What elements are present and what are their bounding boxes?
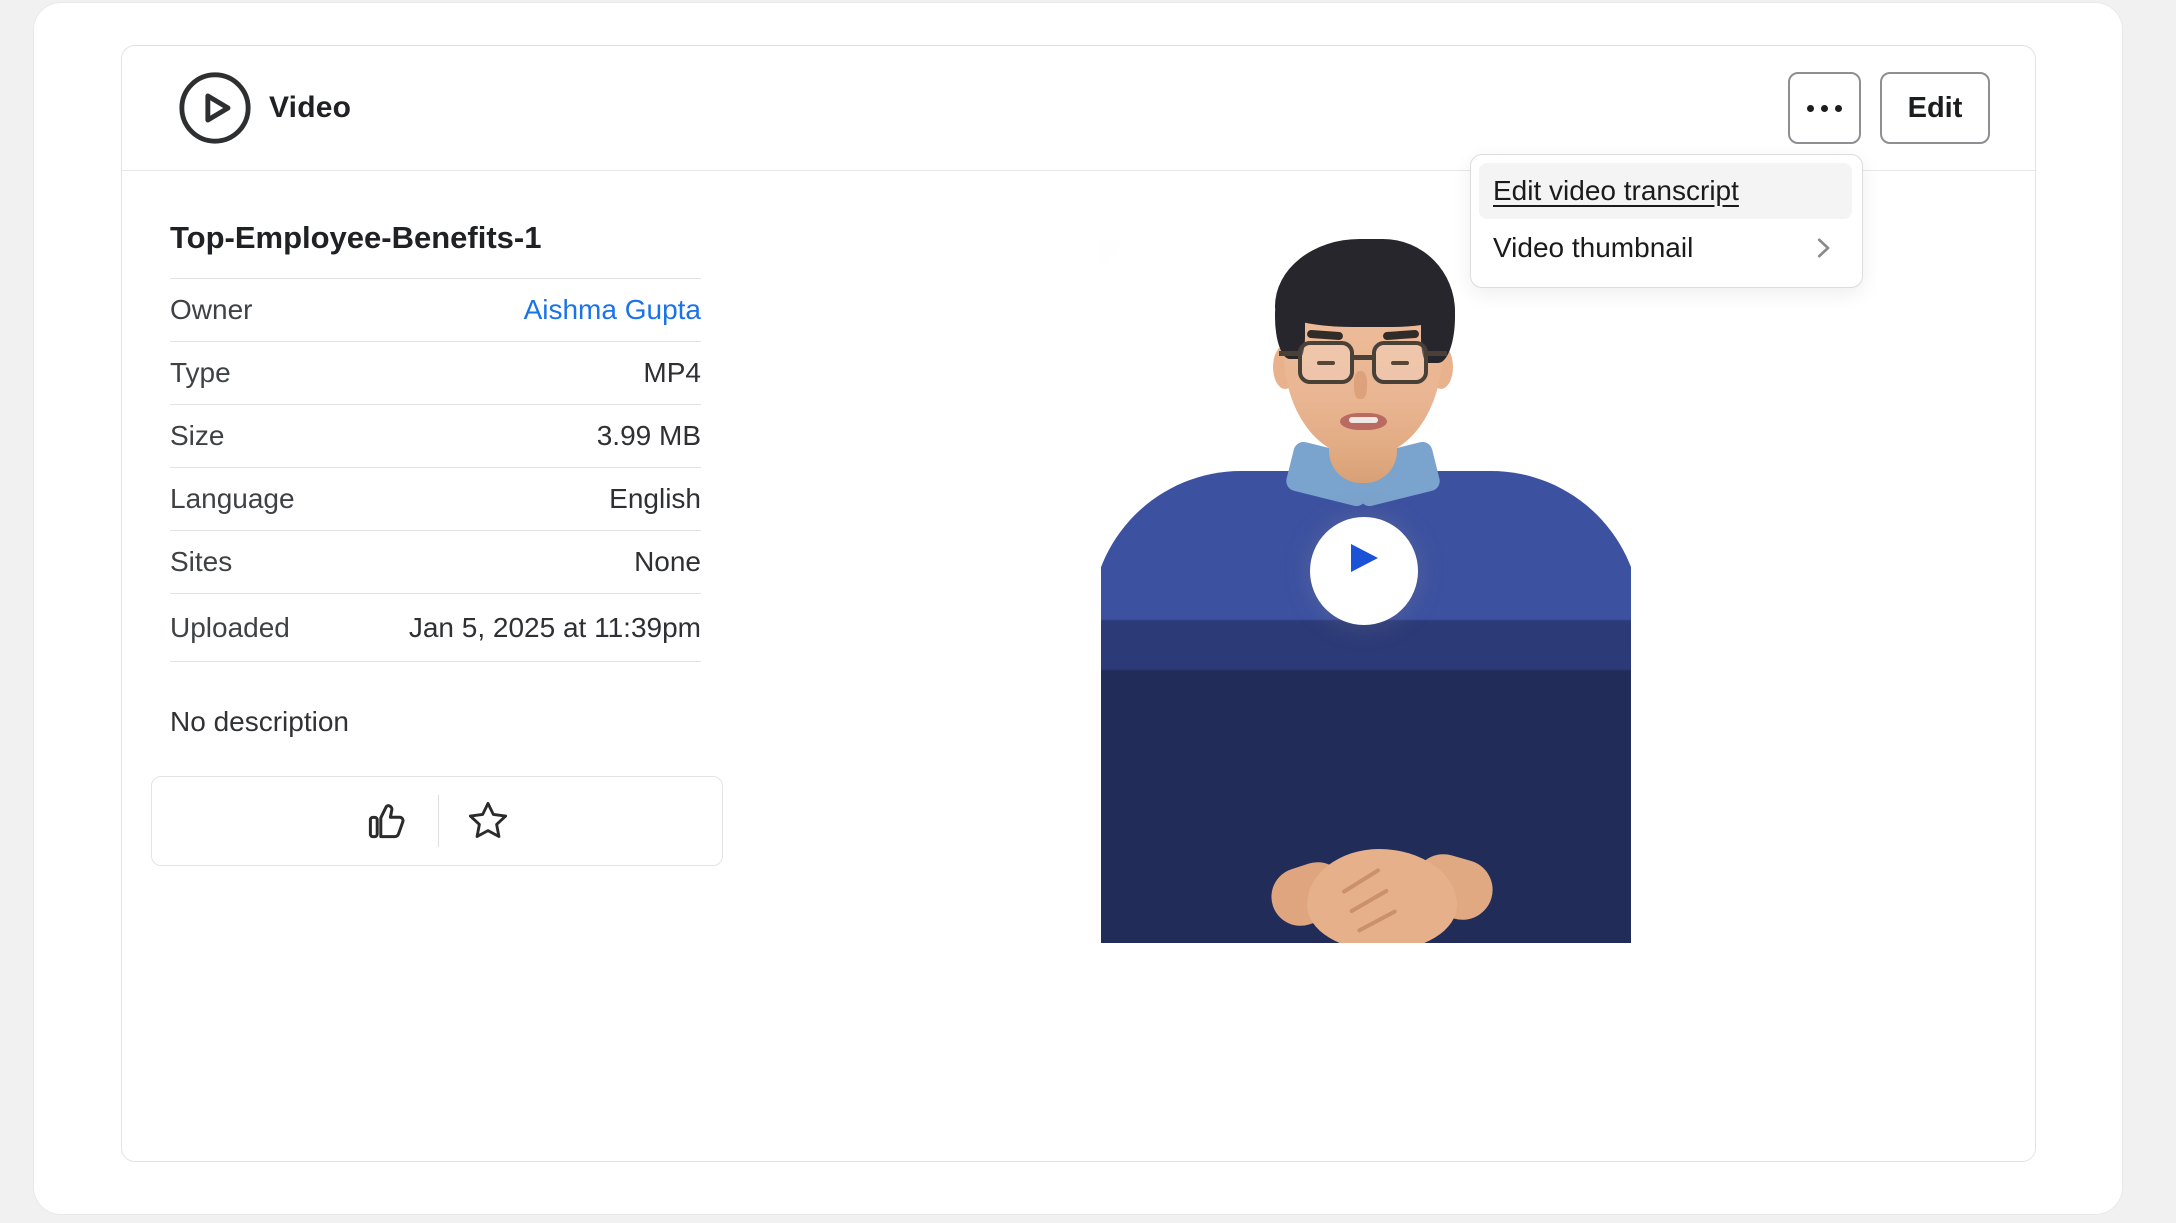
row-label: Language xyxy=(170,483,295,515)
menu-item-label: Video thumbnail xyxy=(1493,232,1693,264)
table-row-uploaded: Uploaded Jan 5, 2025 at 11:39pm xyxy=(170,593,701,661)
play-circle-icon xyxy=(176,69,254,147)
row-value: None xyxy=(634,546,701,578)
video-title: Top-Employee-Benefits-1 xyxy=(170,220,730,256)
play-icon xyxy=(1351,544,1378,572)
table-row-sites: Sites None xyxy=(170,530,701,593)
thumbs-up-icon[interactable] xyxy=(364,797,412,845)
more-actions-button[interactable] xyxy=(1788,72,1861,144)
more-actions-menu: Edit video transcript Video thumbnail xyxy=(1470,154,1863,288)
chevron-right-icon xyxy=(1808,233,1838,263)
owner-link[interactable]: Aishma Gupta xyxy=(524,294,701,326)
row-label: Uploaded xyxy=(170,612,290,644)
card-header: Video Edit xyxy=(122,46,2035,171)
video-detail-page: Video Edit Top-Employee-Benefits-1 Owner… xyxy=(0,0,2176,1223)
ellipsis-icon xyxy=(1807,105,1842,112)
row-label: Size xyxy=(170,420,224,452)
edit-button[interactable]: Edit xyxy=(1880,72,1990,144)
star-icon[interactable] xyxy=(465,798,511,844)
details-table: Owner Aishma Gupta Type MP4 Size 3.99 MB… xyxy=(170,278,701,662)
row-value: English xyxy=(609,483,701,515)
table-row-type: Type MP4 xyxy=(170,341,701,404)
row-value: Jan 5, 2025 at 11:39pm xyxy=(409,612,701,644)
row-value: MP4 xyxy=(643,357,701,389)
header-actions: Edit xyxy=(1788,72,1990,144)
menu-item-edit-video-transcript[interactable]: Edit video transcript xyxy=(1479,163,1852,219)
row-label: Owner xyxy=(170,294,252,326)
feedback-actions-bar xyxy=(151,776,723,866)
row-value: 3.99 MB xyxy=(597,420,701,452)
play-button[interactable] xyxy=(1310,517,1418,625)
row-label: Sites xyxy=(170,546,232,578)
video-thumbnail[interactable] xyxy=(1101,239,1631,943)
table-row-size: Size 3.99 MB xyxy=(170,404,701,467)
description-placeholder: No description xyxy=(170,706,349,738)
asset-type-label: Video xyxy=(269,91,351,125)
table-row-owner: Owner Aishma Gupta xyxy=(170,278,701,341)
divider xyxy=(438,795,439,847)
row-label: Type xyxy=(170,357,231,389)
menu-item-video-thumbnail[interactable]: Video thumbnail xyxy=(1471,219,1862,277)
table-row-language: Language English xyxy=(170,467,701,530)
